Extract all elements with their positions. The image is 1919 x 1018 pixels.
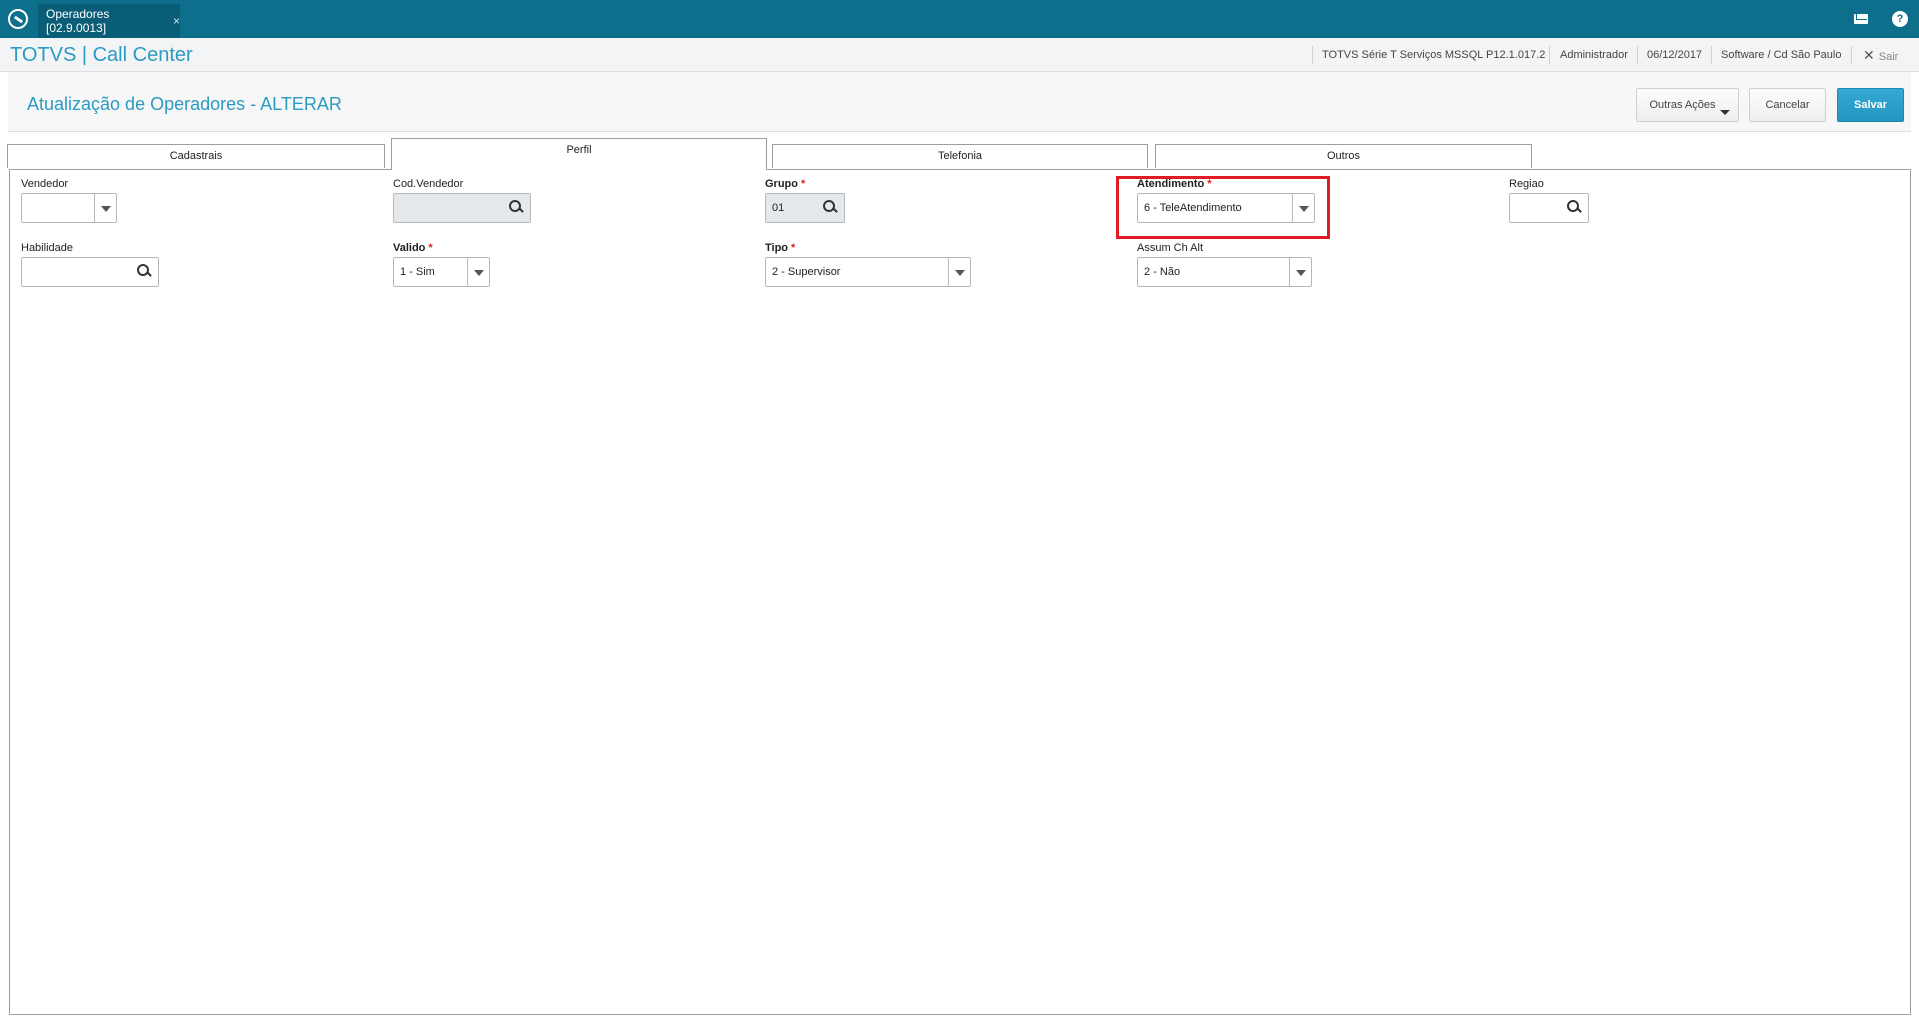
chevron-down-icon xyxy=(1720,110,1730,115)
regiao-field[interactable] xyxy=(1509,193,1589,223)
chevron-down-icon[interactable] xyxy=(948,258,970,286)
form-panel xyxy=(9,169,1911,1015)
habilidade-label: Habilidade xyxy=(21,242,73,254)
help-icon[interactable]: ? xyxy=(1892,11,1908,27)
divider xyxy=(1549,46,1550,64)
chevron-down-icon[interactable] xyxy=(94,194,116,222)
required-marker: * xyxy=(428,242,433,254)
save-button[interactable]: Salvar xyxy=(1837,88,1904,122)
tipo-label: Tipo * xyxy=(765,242,795,254)
cancel-button[interactable]: Cancelar xyxy=(1749,88,1826,122)
divider xyxy=(1711,46,1712,64)
environment-info: TOTVS Série T Serviços MSSQL P12.1.017.2 xyxy=(1322,49,1546,61)
other-actions-button[interactable]: Outras Ações xyxy=(1636,88,1739,122)
valido-label-text: Valido xyxy=(393,242,426,254)
page-title-bar: Atualização de Operadores - ALTERAR Outr… xyxy=(8,72,1911,132)
tab-telefonia[interactable]: Telefonia xyxy=(772,144,1148,168)
exit-button[interactable]: ✕ Sair xyxy=(1863,47,1898,64)
tab-label: Perfil xyxy=(566,144,592,156)
close-tab-icon[interactable]: × xyxy=(173,14,180,28)
regiao-label: Regiao xyxy=(1509,178,1544,190)
mail-icon[interactable] xyxy=(1854,14,1868,24)
tipo-value: 2 - Supervisor xyxy=(772,266,841,278)
search-icon[interactable] xyxy=(1560,194,1588,222)
tipo-select[interactable]: 2 - Supervisor xyxy=(765,257,971,287)
divider xyxy=(1312,46,1313,64)
company-info: Software / Cd São Paulo xyxy=(1721,49,1842,61)
habilidade-field[interactable] xyxy=(21,257,159,287)
grupo-field[interactable]: 01 xyxy=(765,193,845,223)
divider xyxy=(1637,46,1638,64)
date-info: 06/12/2017 xyxy=(1647,49,1703,61)
tipo-label-text: Tipo xyxy=(765,242,789,254)
close-icon: ✕ xyxy=(1863,47,1875,63)
window-tab[interactable]: Operadores [02.9.0013] × xyxy=(38,4,180,38)
other-actions-label: Outras Ações xyxy=(1649,99,1716,111)
cod-vendedor-label: Cod.Vendedor xyxy=(393,178,464,190)
search-icon[interactable] xyxy=(502,194,530,222)
user-info: Administrador xyxy=(1560,49,1628,61)
tab-label: Cadastrais xyxy=(169,150,223,162)
app-header: TOTVS | Call Center TOTVS Série T Serviç… xyxy=(0,38,1919,72)
totvs-logo-icon[interactable] xyxy=(8,9,28,29)
grupo-label: Grupo * xyxy=(765,178,805,190)
highlight-annotation xyxy=(1116,176,1330,239)
page-title: Atualização de Operadores - ALTERAR xyxy=(27,94,342,114)
tab-label: Telefonia xyxy=(937,150,983,162)
tab-outros[interactable]: Outros xyxy=(1155,144,1532,168)
assum-ch-alt-value: 2 - Não xyxy=(1144,266,1181,278)
grupo-label-text: Grupo xyxy=(765,178,798,190)
valido-select[interactable]: 1 - Sim xyxy=(393,257,490,287)
vendedor-label: Vendedor xyxy=(21,178,69,190)
assum-ch-alt-select[interactable]: 2 - Não xyxy=(1137,257,1312,287)
cod-vendedor-field[interactable] xyxy=(393,193,531,223)
vendedor-select[interactable] xyxy=(21,193,117,223)
assum-ch-alt-label: Assum Ch Alt xyxy=(1137,242,1204,254)
tab-cadastrais[interactable]: Cadastrais xyxy=(7,144,385,168)
search-icon[interactable] xyxy=(130,258,158,286)
tab-label: Outros xyxy=(1326,150,1360,162)
required-marker: * xyxy=(791,242,796,254)
top-bar: Operadores [02.9.0013] × ? xyxy=(0,0,1919,38)
chevron-down-icon[interactable] xyxy=(1289,258,1311,286)
divider xyxy=(1851,46,1852,64)
required-marker: * xyxy=(801,178,806,190)
app-brand: TOTVS | Call Center xyxy=(10,44,193,66)
window-tab-title: Operadores [02.9.0013] xyxy=(46,7,110,35)
folder-tabs: Cadastrais Perfil Telefonia Outros xyxy=(0,134,1919,170)
exit-label: Sair xyxy=(1878,51,1899,63)
search-icon[interactable] xyxy=(816,194,844,222)
tab-perfil[interactable]: Perfil xyxy=(391,138,767,170)
valido-label: Valido * xyxy=(393,242,433,254)
chevron-down-icon[interactable] xyxy=(467,258,489,286)
